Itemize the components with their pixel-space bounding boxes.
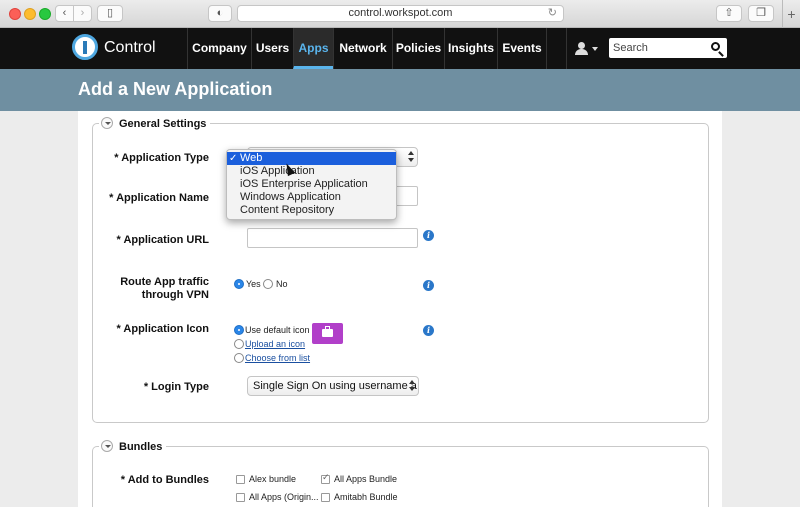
share-button[interactable]: ⇧	[716, 5, 742, 22]
route-yes-label: Yes	[246, 279, 261, 289]
zoom-window-button[interactable]	[39, 8, 51, 20]
address-bar[interactable]: control.workspot.com ↻	[237, 5, 564, 22]
sidebar-icon: ▯	[106, 7, 114, 19]
close-window-button[interactable]	[9, 8, 21, 20]
login-type-label: * Login Type	[143, 381, 209, 393]
bundle-label: All Apps (Origin...	[249, 492, 319, 502]
new-tab-button[interactable]: +	[782, 0, 800, 28]
select-arrows-icon	[408, 151, 414, 163]
icon-default-label: Use default icon	[245, 325, 310, 335]
application-type-label: * Application Type	[114, 152, 209, 164]
default-app-icon	[312, 323, 343, 344]
select-arrows-icon	[409, 380, 415, 392]
route-no-radio[interactable]	[263, 279, 273, 289]
info-icon[interactable]: i	[423, 230, 434, 241]
back-button[interactable]: ‹	[55, 5, 74, 22]
briefcase-icon	[322, 326, 333, 337]
bundle-checkbox[interactable]	[321, 493, 330, 502]
main-content: General Settings * Application Type * Ap…	[78, 111, 722, 507]
shield-icon: ◐	[216, 7, 224, 19]
login-type-select[interactable]: Single Sign On using username a	[247, 376, 419, 396]
collapse-icon[interactable]	[101, 117, 113, 129]
dropdown-option-content-repository[interactable]: Content Repository	[227, 204, 396, 217]
icon-default-radio[interactable]	[234, 325, 244, 335]
bundle-label: Amitabh Bundle	[334, 492, 398, 502]
route-vpn-label: Route App traffic through VPN	[120, 276, 209, 302]
dropdown-option-ios[interactable]: iOS Application	[227, 165, 396, 178]
share-icon: ⇧	[724, 7, 734, 19]
bundle-label: Alex bundle	[249, 474, 297, 484]
bundle-checkbox[interactable]	[236, 475, 245, 484]
tab-overview-button[interactable]: ❐	[748, 5, 774, 22]
workspot-logo-icon	[72, 34, 98, 60]
nav-apps[interactable]: Apps	[293, 28, 333, 69]
route-yes-radio[interactable]	[234, 279, 244, 289]
choose-from-list-link[interactable]: Choose from list	[245, 353, 310, 363]
url-text: control.workspot.com	[348, 7, 453, 19]
dropdown-option-web[interactable]: ✓ Web	[227, 152, 396, 165]
option-label: Web	[240, 152, 263, 164]
bundle-checkbox[interactable]	[321, 473, 330, 484]
reload-icon[interactable]: ↻	[548, 6, 557, 21]
add-to-bundles-label: * Add to Bundles	[120, 474, 209, 486]
bundle-checkbox[interactable]	[236, 493, 245, 502]
chevron-right-icon: ›	[80, 7, 85, 19]
page-header: Add a New Application	[0, 69, 800, 111]
route-vpn-label-line2: through VPN	[141, 289, 209, 301]
search-icon[interactable]	[711, 42, 720, 51]
section-title: Bundles	[119, 441, 163, 453]
user-icon	[578, 42, 585, 49]
forward-button[interactable]: ›	[73, 5, 92, 22]
section-legend: General Settings	[99, 117, 211, 130]
application-url-input[interactable]	[247, 228, 418, 248]
plus-icon: +	[787, 6, 796, 22]
dropdown-option-ios-enterprise[interactable]: iOS Enterprise Application	[227, 178, 396, 191]
bundle-label: All Apps Bundle	[334, 474, 398, 484]
dropdown-option-windows[interactable]: Windows Application	[227, 191, 396, 204]
application-icon-label: * Application Icon	[116, 323, 210, 335]
search-input[interactable]	[609, 38, 727, 58]
nav-network[interactable]: Network	[333, 28, 392, 69]
info-icon[interactable]: i	[423, 280, 434, 291]
privacy-report-button[interactable]: ◐	[208, 5, 232, 22]
user-menu-button[interactable]	[566, 28, 606, 69]
user-icon-body	[575, 49, 588, 55]
upload-icon-link[interactable]: Upload an icon	[245, 339, 305, 349]
section-legend: Bundles	[99, 440, 167, 453]
sidebar-toggle-button[interactable]: ▯	[97, 5, 123, 22]
route-no-label: No	[276, 279, 288, 289]
tabs-icon: ❐	[756, 7, 766, 19]
chevron-left-icon: ‹	[62, 7, 67, 19]
nav-policies[interactable]: Policies	[392, 28, 444, 69]
bundles-section: Bundles * Add to Bundles Alex bundle All…	[92, 440, 709, 507]
icon-upload-radio[interactable]	[234, 339, 244, 349]
route-vpn-label-line1: Route App traffic	[120, 276, 209, 288]
brand-name: Control	[104, 39, 156, 56]
nav-insights[interactable]: Insights	[444, 28, 497, 69]
application-name-label: * Application Name	[109, 192, 209, 204]
icon-choose-radio[interactable]	[234, 353, 244, 363]
minimize-window-button[interactable]	[24, 8, 36, 20]
browser-toolbar: ‹ › ▯ ◐ control.workspot.com ↻ ⇧ ❐ +	[0, 0, 800, 28]
login-type-value: Single Sign On using username a	[253, 380, 417, 392]
application-url-label: * Application URL	[116, 234, 209, 246]
info-icon[interactable]: i	[423, 325, 434, 336]
collapse-icon[interactable]	[101, 440, 113, 452]
nav-events[interactable]: Events	[497, 28, 547, 69]
nav-users[interactable]: Users	[251, 28, 293, 69]
section-title: General Settings	[119, 118, 207, 130]
application-type-dropdown: ✓ Web iOS Application iOS Enterprise Appl…	[226, 149, 397, 220]
nav-company[interactable]: Company	[187, 28, 251, 69]
check-icon: ✓	[229, 153, 238, 164]
caret-down-icon	[592, 47, 598, 51]
general-settings-section: General Settings * Application Type * Ap…	[92, 117, 709, 423]
page-title: Add a New Application	[78, 79, 273, 99]
app-navbar: Control Company Users Apps Network Polic…	[0, 28, 800, 69]
